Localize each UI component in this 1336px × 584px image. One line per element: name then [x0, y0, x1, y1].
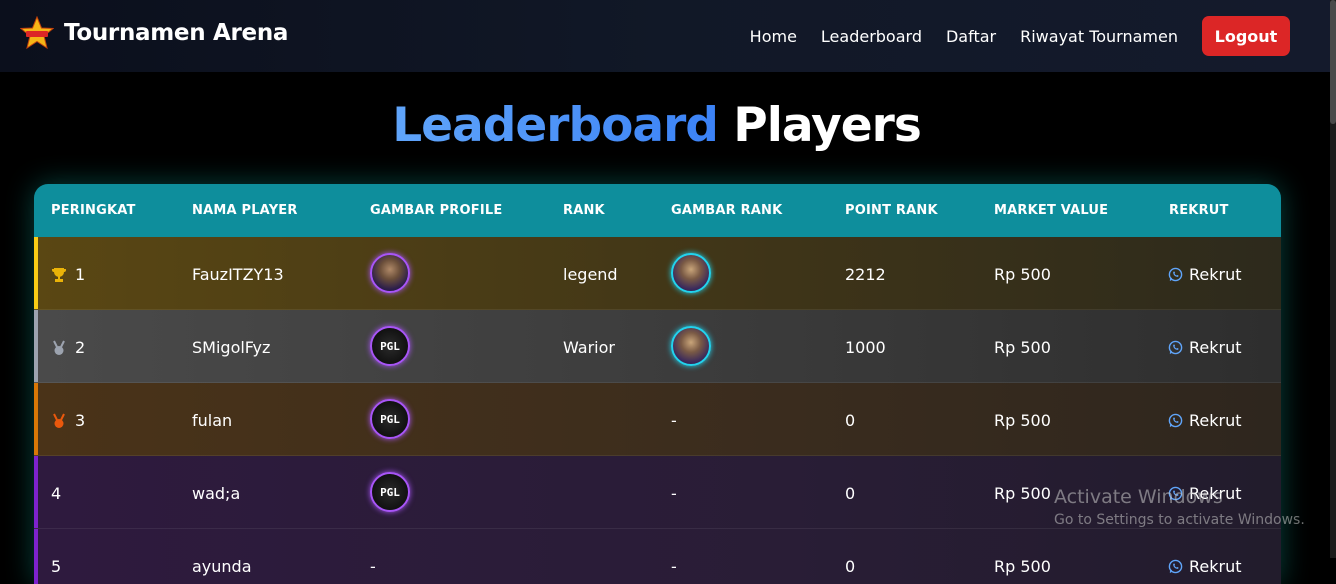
player-name: wad;a — [192, 484, 241, 503]
nav-link-riwayat-tournamen[interactable]: Riwayat Tournamen — [1020, 27, 1178, 46]
point-rank: 0 — [845, 411, 856, 430]
rank-image-placeholder: - — [671, 484, 677, 503]
market-value: Rp 500 — [994, 411, 1051, 430]
pgl-text: PGL — [380, 412, 400, 426]
header-gambar-rank: GAMBAR RANK — [671, 203, 783, 218]
table-row: 4 wad;a PGL - 0 Rp 500 Rekrut — [34, 456, 1281, 529]
header-rank: RANK — [563, 203, 605, 218]
trophy-icon — [51, 267, 67, 283]
rank-number: 5 — [51, 557, 62, 576]
rank-image-placeholder: - — [671, 411, 677, 430]
whatsapp-icon — [1168, 340, 1183, 355]
pgl-text: PGL — [380, 485, 400, 499]
rank-number: 1 — [75, 265, 86, 284]
market-value: Rp 500 — [994, 557, 1051, 576]
table-row: 5 ayunda - - 0 Rp 500 Rekrut — [34, 529, 1281, 584]
whatsapp-icon — [1168, 559, 1183, 574]
rank-image-placeholder: - — [671, 557, 677, 576]
rekrut-label: Rekrut — [1189, 557, 1242, 576]
silver-medal-icon — [51, 340, 67, 356]
rank-cell: 1 — [51, 265, 85, 284]
header-gambar-profile: GAMBAR PROFILE — [370, 203, 503, 218]
row-accent — [34, 456, 38, 528]
profile-image: PGL — [370, 472, 410, 512]
profile-image — [370, 253, 410, 293]
page-title: Leaderboard Players — [0, 98, 1313, 153]
rekrut-link[interactable]: Rekrut — [1168, 265, 1242, 284]
table-header: PERINGKAT NAMA PLAYER GAMBAR PROFILE RAN… — [34, 184, 1281, 237]
rank-tier: legend — [563, 265, 618, 284]
point-rank: 0 — [845, 484, 856, 503]
header-point-rank: POINT RANK — [845, 203, 938, 218]
rank-cell: 2 — [51, 338, 85, 357]
nav-link-daftar[interactable]: Daftar — [946, 27, 996, 46]
rekrut-link[interactable]: Rekrut — [1168, 338, 1242, 357]
table-row: 2 SMigolFyz PGL Warior 1000 Rp 500 Rekru… — [34, 310, 1281, 383]
market-value: Rp 500 — [994, 484, 1051, 503]
rank-cell: 3 — [51, 411, 85, 430]
top-navbar: Tournamen Arena Home Leaderboard Daftar … — [0, 0, 1330, 72]
rank-image — [671, 326, 711, 366]
rank-number: 2 — [75, 338, 86, 357]
player-name: FauzITZY13 — [192, 265, 284, 284]
star-logo-icon — [19, 15, 55, 50]
whatsapp-icon — [1168, 486, 1183, 501]
table-row: 3 fulan PGL - 0 Rp 500 Rekrut — [34, 383, 1281, 456]
row-accent — [34, 383, 38, 455]
point-rank: 0 — [845, 557, 856, 576]
nav-link-home[interactable]: Home — [750, 27, 797, 46]
profile-image: PGL — [370, 399, 410, 439]
page-title-accent: Leaderboard — [392, 98, 719, 153]
point-rank: 1000 — [845, 338, 886, 357]
player-name: ayunda — [192, 557, 252, 576]
nav-link-leaderboard[interactable]: Leaderboard — [821, 27, 922, 46]
header-rekrut: REKRUT — [1169, 203, 1229, 218]
nav-links: Home Leaderboard Daftar Riwayat Tourname… — [726, 16, 1290, 56]
row-accent — [34, 310, 38, 382]
leaderboard-table: PERINGKAT NAMA PLAYER GAMBAR PROFILE RAN… — [34, 184, 1281, 584]
profile-image: PGL — [370, 326, 410, 366]
whatsapp-icon — [1168, 267, 1183, 282]
brand[interactable]: Tournamen Arena — [19, 15, 289, 50]
logout-button[interactable]: Logout — [1202, 16, 1290, 56]
page-title-rest: Players — [733, 98, 921, 153]
profile-image-placeholder: - — [370, 557, 376, 576]
point-rank: 2212 — [845, 265, 886, 284]
bronze-medal-icon — [51, 413, 67, 429]
pgl-text: PGL — [380, 339, 400, 353]
header-market-value: MARKET VALUE — [994, 203, 1109, 218]
rekrut-label: Rekrut — [1189, 484, 1242, 503]
player-name: fulan — [192, 411, 233, 430]
rank-image — [671, 253, 711, 293]
rank-tier: Warior — [563, 338, 615, 357]
rank-number: 3 — [75, 411, 86, 430]
row-accent — [34, 529, 38, 584]
brand-title: Tournamen Arena — [64, 20, 289, 46]
rekrut-link[interactable]: Rekrut — [1168, 557, 1242, 576]
rekrut-label: Rekrut — [1189, 411, 1242, 430]
rekrut-label: Rekrut — [1189, 338, 1242, 357]
row-accent — [34, 237, 38, 309]
header-nama-player: NAMA PLAYER — [192, 203, 298, 218]
scrollbar-thumb[interactable] — [1330, 0, 1336, 124]
rekrut-label: Rekrut — [1189, 265, 1242, 284]
table-row: 1 FauzITZY13 legend 2212 Rp 500 Rekrut — [34, 237, 1281, 310]
market-value: Rp 500 — [994, 265, 1051, 284]
player-name: SMigolFyz — [192, 338, 271, 357]
rekrut-link[interactable]: Rekrut — [1168, 484, 1242, 503]
header-peringkat: PERINGKAT — [51, 203, 136, 218]
whatsapp-icon — [1168, 413, 1183, 428]
rank-number: 4 — [51, 484, 62, 503]
rekrut-link[interactable]: Rekrut — [1168, 411, 1242, 430]
market-value: Rp 500 — [994, 338, 1051, 357]
